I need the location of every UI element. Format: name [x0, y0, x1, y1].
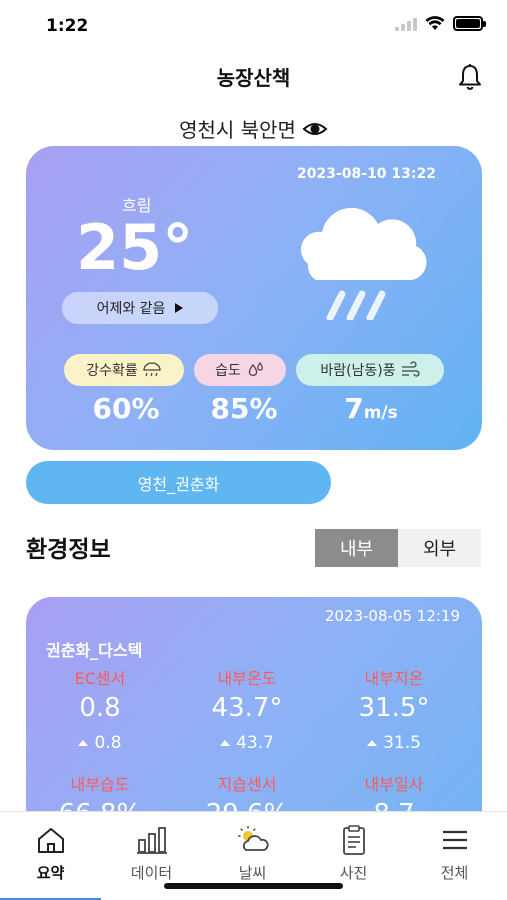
- sensor-label: EC센서: [74, 669, 126, 688]
- sensor-delta: 0.8: [38, 733, 162, 753]
- battery-icon: [453, 16, 486, 31]
- location[interactable]: 영천시 북안면: [0, 114, 507, 143]
- wind-label: 바람(남동)풍: [320, 363, 396, 379]
- tab-label: 데이터: [130, 864, 173, 882]
- compare-yesterday-button[interactable]: 어제와 같음: [62, 292, 218, 324]
- wind-value: 7m/s: [326, 392, 416, 425]
- sensor-delta: 31.5: [332, 733, 456, 753]
- up-arrow-icon: [367, 740, 378, 746]
- rain-value: 60%: [92, 392, 160, 425]
- home-indicator[interactable]: [164, 883, 343, 889]
- sensor-label: 내부습도: [70, 775, 130, 794]
- humidity-value: 85%: [210, 392, 278, 425]
- sensor-label: 내부지온: [364, 669, 424, 688]
- wind-unit: m/s: [363, 403, 398, 423]
- sensor-label: 내부온도: [217, 669, 277, 688]
- weather-icon: [237, 826, 269, 851]
- water-drops-icon: [248, 361, 263, 376]
- tab-label: 요약: [36, 864, 65, 882]
- wifi-icon: [425, 16, 445, 30]
- wind-speed: 7: [344, 392, 364, 425]
- sensor-ec: EC센서 0.8 0.8: [38, 665, 162, 753]
- tab-photo[interactable]: 사진: [303, 812, 404, 892]
- wind-icon: [401, 361, 420, 377]
- humidity-label: 습도: [215, 363, 241, 379]
- clipboard-icon: [342, 825, 365, 855]
- environment-card: 2023-08-05 12:19 권춘화_다스텍 EC센서 0.8 0.8 내부…: [26, 597, 482, 837]
- tab-data[interactable]: 데이터: [101, 812, 202, 892]
- rain-cloud-icon: [301, 208, 427, 320]
- tab-weather[interactable]: 날씨: [202, 812, 303, 892]
- weather-card: 2023-08-10 13:22 흐림 25° 어제와 같음 강수확률 습도 바…: [26, 146, 482, 450]
- sensor-value: 0.8: [79, 693, 121, 723]
- tab-label: 사진: [339, 864, 368, 882]
- toggle-inner-button[interactable]: 내부: [315, 529, 398, 567]
- rain-umbrella-icon: [143, 362, 161, 377]
- rain-label: 강수확률: [86, 363, 138, 379]
- cellular-signal-icon: [395, 17, 417, 31]
- sensor-value: 31.5°: [358, 693, 430, 723]
- up-arrow-icon: [220, 740, 231, 746]
- weather-datetime: 2023-08-10 13:22: [297, 166, 436, 182]
- up-arrow-icon: [78, 740, 89, 746]
- status-bar: 1:22: [0, 0, 507, 50]
- status-icons: [395, 16, 486, 31]
- env-device-name: 권춘화_다스텍: [46, 641, 143, 660]
- farm-select-button[interactable]: 영천_권춘화: [26, 461, 331, 504]
- section-title-environment: 환경정보: [26, 537, 111, 563]
- status-time: 1:22: [46, 16, 89, 36]
- menu-icon: [442, 830, 467, 850]
- rain-probability-pill: 강수확률: [64, 354, 184, 386]
- wind-pill: 바람(남동)풍: [296, 354, 444, 386]
- sensor-inner-temp: 내부온도 43.7° 43.7: [185, 665, 309, 753]
- tab-label: 날씨: [238, 864, 267, 882]
- sensor-soil-temp: 내부지온 31.5° 31.5: [332, 665, 456, 753]
- sensor-label: 내부일사: [364, 775, 424, 794]
- sensor-value: 43.7°: [211, 693, 283, 723]
- tab-summary[interactable]: 요약: [0, 812, 101, 892]
- home-icon: [37, 828, 64, 853]
- compare-label: 어제와 같음: [96, 301, 166, 317]
- tab-label: 전체: [440, 864, 469, 882]
- bar-chart-icon: [136, 827, 167, 854]
- toggle-outer-button[interactable]: 외부: [398, 529, 481, 567]
- location-label: 영천시 북안면: [179, 118, 296, 142]
- tab-all[interactable]: 전체: [404, 812, 505, 892]
- bell-icon[interactable]: [455, 62, 485, 92]
- page-title: 농장산책: [216, 66, 291, 90]
- sensor-label: 지습센서: [217, 775, 277, 794]
- sensor-delta: 43.7: [185, 733, 309, 753]
- env-datetime: 2023-08-05 12:19: [324, 607, 460, 625]
- sensor-delta-value: 31.5: [383, 733, 421, 753]
- play-arrow-icon: [175, 303, 184, 313]
- inner-outer-toggle: 내부 외부: [315, 529, 481, 567]
- temperature: 25°: [76, 211, 194, 284]
- location-target-icon[interactable]: [302, 116, 328, 142]
- sensor-delta-value: 43.7: [236, 733, 274, 753]
- sensor-delta-value: 0.8: [94, 733, 122, 753]
- humidity-pill: 습도: [194, 354, 286, 386]
